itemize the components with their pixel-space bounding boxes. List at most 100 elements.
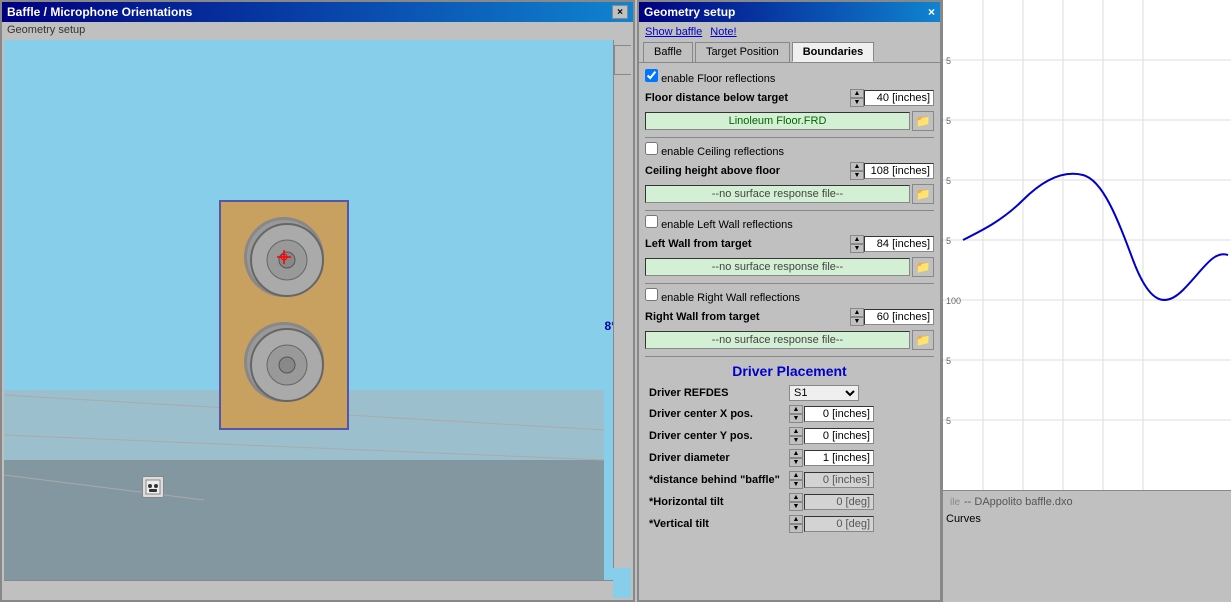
ceiling-height-label: Ceiling height above floor: [645, 165, 846, 177]
left-panel: Baffle / Microphone Orientations × Geome…: [0, 0, 635, 602]
driver-horiztilt-value: 0 [deg]: [804, 494, 874, 510]
tab-baffle[interactable]: Baffle: [643, 42, 693, 62]
driver-horiztilt-spin-dn[interactable]: ▼: [789, 502, 803, 511]
divider-1: [645, 137, 934, 138]
driver-ypos-value-group: ▲ ▼ 0 [inches]: [789, 427, 874, 445]
driver-crosshair: [277, 250, 291, 264]
right-panel: 5 5 5 5 100 5 5 ile -- DAppolito baffle.…: [942, 0, 1231, 602]
driver-verttilt-spin-dn[interactable]: ▼: [789, 524, 803, 533]
floor-dist-spin-up[interactable]: ▲: [850, 89, 864, 98]
driver-ypos-spin-up[interactable]: ▲: [789, 427, 803, 436]
note-link[interactable]: Note!: [710, 26, 736, 38]
driver-horiztilt-value-group: ▲ ▼ 0 [deg]: [789, 493, 874, 511]
driver-distbehind-row: *distance behind "baffle" ▲ ▼ 0 [inches]: [645, 471, 934, 489]
driver-verttilt-row: *Vertical tilt ▲ ▼ 0 [deg]: [645, 515, 934, 533]
driver-diameter-spin-up[interactable]: ▲: [789, 449, 803, 458]
driver-diameter-value[interactable]: 1 [inches]: [804, 450, 874, 466]
svg-text:100: 100: [946, 296, 961, 306]
floor-dist-label: Floor distance below target: [645, 92, 846, 104]
leftwall-enable-label: enable Left Wall reflections: [661, 219, 793, 231]
ceiling-file-btn[interactable]: 📁: [912, 184, 934, 204]
driver-refdes-label: Driver REFDES: [649, 387, 789, 399]
driver-xpos-value-group: ▲ ▼ 0 [inches]: [789, 405, 874, 423]
driver-horiztilt-row: *Horizontal tilt ▲ ▼ 0 [deg]: [645, 493, 934, 511]
speaker-driver-bottom: [244, 322, 324, 402]
driver-ypos-value[interactable]: 0 [inches]: [804, 428, 874, 444]
driver-diameter-spinners: ▲ ▼: [789, 449, 803, 467]
rightwall-file-row: --no surface response file-- 📁: [645, 330, 934, 350]
ceiling-file-row: --no surface response file-- 📁: [645, 184, 934, 204]
ceiling-height-value[interactable]: 108 [inches]: [864, 163, 934, 179]
driver-verttilt-value: 0 [deg]: [804, 516, 874, 532]
floor-dist-spinners: ▲ ▼: [850, 89, 864, 107]
leftwall-enable-row: enable Left Wall reflections: [645, 215, 934, 231]
svg-text:5: 5: [946, 356, 951, 366]
leftwall-dist-spinners: ▲ ▼: [850, 235, 864, 253]
horizontal-scrollbar[interactable]: [4, 580, 613, 598]
baffle-file-row: ile -- DAppolito baffle.dxo: [946, 494, 1228, 510]
tab-target-position[interactable]: Target Position: [695, 42, 790, 62]
left-panel-close[interactable]: ×: [612, 5, 628, 19]
driver-distbehind-value-group: ▲ ▼ 0 [inches]: [789, 471, 874, 489]
ceiling-height-row: Ceiling height above floor ▲ ▼ 108 [inch…: [645, 162, 934, 180]
floor-enable-checkbox[interactable]: [645, 69, 658, 82]
svg-text:5: 5: [946, 56, 951, 66]
driver-diameter-spin-dn[interactable]: ▼: [789, 458, 803, 467]
leftwall-file-display: --no surface response file--: [645, 258, 910, 276]
driver-diameter-row: Driver diameter ▲ ▼ 1 [inches]: [645, 449, 934, 467]
floor-dist-value[interactable]: 40 [inches]: [864, 90, 934, 106]
driver-distbehind-spin-dn[interactable]: ▼: [789, 480, 803, 489]
leftwall-dist-row: Left Wall from target ▲ ▼ 84 [inches]: [645, 235, 934, 253]
driver-horiztilt-spin-up[interactable]: ▲: [789, 493, 803, 502]
ceiling-height-spin-dn[interactable]: ▼: [850, 171, 864, 180]
left-panel-title: Baffle / Microphone Orientations: [7, 5, 192, 19]
leftwall-enable-checkbox[interactable]: [645, 215, 658, 228]
floor-enable-label: enable Floor reflections: [661, 73, 775, 85]
chart-svg: 5 5 5 5 100 5 5: [943, 0, 1231, 490]
rightwall-enable-checkbox[interactable]: [645, 288, 658, 301]
leftwall-file-btn[interactable]: 📁: [912, 257, 934, 277]
speaker-driver-top: [244, 217, 324, 297]
show-baffle-link[interactable]: Show baffle: [645, 26, 702, 38]
geom-close[interactable]: ×: [928, 5, 935, 19]
driver-ypos-spinners: ▲ ▼: [789, 427, 803, 445]
driver-verttilt-spin-up[interactable]: ▲: [789, 515, 803, 524]
rightwall-dist-label: Right Wall from target: [645, 311, 846, 323]
rightwall-dist-spin-dn[interactable]: ▼: [850, 317, 864, 326]
driver-verttilt-spinners: ▲ ▼: [789, 515, 803, 533]
rightwall-dist-spin-up[interactable]: ▲: [850, 308, 864, 317]
driver-xpos-value[interactable]: 0 [inches]: [804, 406, 874, 422]
rightwall-enable-row: enable Right Wall reflections: [645, 288, 934, 304]
leftwall-dist-spin-dn[interactable]: ▼: [850, 244, 864, 253]
baffle-file-label: ile: [950, 497, 960, 508]
floor-file-btn[interactable]: 📁: [912, 111, 934, 131]
ceiling-enable-row: enable Ceiling reflections: [645, 142, 934, 158]
tab-boundaries[interactable]: Boundaries: [792, 42, 875, 62]
rightwall-file-btn[interactable]: 📁: [912, 330, 934, 350]
ceiling-enable-checkbox[interactable]: [645, 142, 658, 155]
vertical-scrollbar[interactable]: [613, 40, 631, 568]
driver-verttilt-label: *Vertical tilt: [649, 518, 789, 530]
ceiling-height-spin-up[interactable]: ▲: [850, 162, 864, 171]
svg-text:5: 5: [946, 116, 951, 126]
geom-toolbar: Show baffle Note!: [639, 22, 940, 42]
left-panel-titlebar: Baffle / Microphone Orientations ×: [2, 2, 633, 22]
outlet-icon: [142, 476, 164, 498]
driver-ypos-spin-dn[interactable]: ▼: [789, 436, 803, 445]
viewport: 8° -21° zoom: [4, 40, 631, 598]
rightwall-dist-row: Right Wall from target ▲ ▼ 60 [inches]: [645, 308, 934, 326]
driver-xpos-spin-dn[interactable]: ▼: [789, 414, 803, 423]
floor-dist-spin-dn[interactable]: ▼: [850, 98, 864, 107]
chart-bottom: ile -- DAppolito baffle.dxo Curves: [943, 490, 1231, 602]
driver-distbehind-spin-up[interactable]: ▲: [789, 471, 803, 480]
left-panel-subtitle: Geometry setup: [2, 22, 633, 38]
floor-file-display: Linoleum Floor.FRD: [645, 112, 910, 130]
driver-distbehind-spinners: ▲ ▼: [789, 471, 803, 489]
driver-refdes-select[interactable]: S1 S2 S3: [789, 385, 859, 401]
leftwall-dist-value[interactable]: 84 [inches]: [864, 236, 934, 252]
scroll-thumb-v[interactable]: [614, 45, 631, 75]
leftwall-dist-spin-up[interactable]: ▲: [850, 235, 864, 244]
rightwall-dist-value[interactable]: 60 [inches]: [864, 309, 934, 325]
driver-xpos-spin-up[interactable]: ▲: [789, 405, 803, 414]
ceiling-file-display: --no surface response file--: [645, 185, 910, 203]
